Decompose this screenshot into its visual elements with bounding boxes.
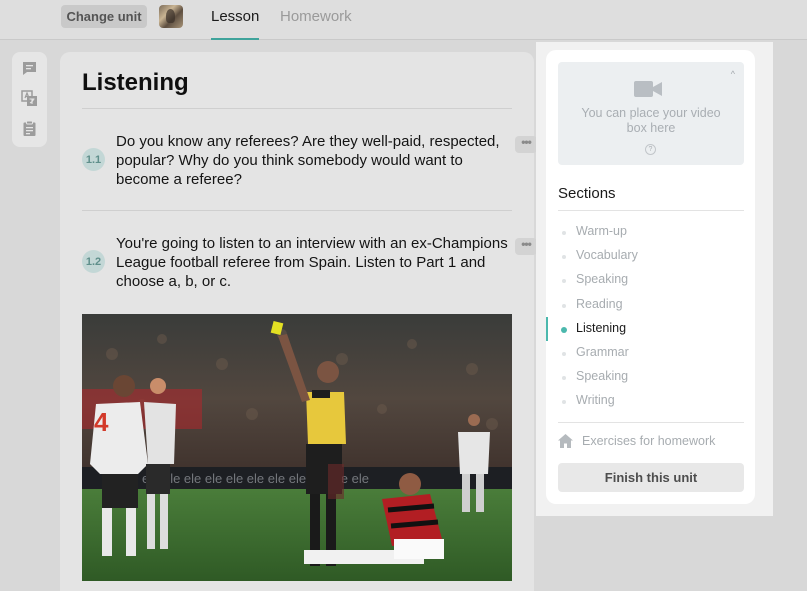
divider	[82, 108, 512, 109]
section-item-label: Speaking	[576, 272, 629, 287]
section-item-label: Grammar	[576, 344, 629, 359]
active-bullet-icon	[561, 326, 567, 333]
bullet-icon	[562, 400, 566, 405]
divider	[558, 422, 744, 423]
homework-link-label: Exercises for homework	[582, 434, 716, 448]
section-item-warm-up[interactable]: Warm-up	[546, 220, 755, 244]
section-item-label: Warm-up	[576, 224, 627, 238]
home-icon	[558, 434, 573, 448]
section-item-grammar[interactable]: Grammar	[546, 341, 755, 365]
video-placeholder-text: You can place your video box here	[581, 106, 721, 135]
sections-heading: Sections	[558, 185, 616, 202]
bullet-icon	[562, 279, 566, 284]
section-item-speaking-2[interactable]: Speaking	[546, 365, 755, 389]
task-number-badge: 1.1	[82, 148, 105, 171]
player-shirt-number: 4	[94, 407, 109, 437]
lesson-content: Listening 1.1 Do you know any referees? …	[60, 52, 537, 591]
side-toolbar	[12, 52, 47, 147]
notes-icon[interactable]	[21, 120, 38, 137]
top-bar: Change unit Lesson Homework	[0, 0, 807, 40]
task-instruction: Do you know any referees? Are they well-…	[116, 133, 500, 188]
task-menu-button[interactable]: •••	[515, 136, 537, 153]
homework-exercises-link[interactable]: Exercises for homework	[558, 433, 715, 449]
section-title: Listening	[82, 69, 189, 96]
section-item-label: Vocabulary	[576, 248, 638, 263]
task-instruction: You're going to listen to an interview w…	[116, 235, 508, 290]
sections-panel: ^ You can place your video box here ? Se…	[546, 50, 755, 504]
bullet-icon	[562, 303, 566, 308]
change-unit-button[interactable]: Change unit	[61, 5, 147, 28]
tab-lesson[interactable]: Lesson	[211, 8, 260, 40]
task-number-badge: 1.2	[82, 250, 105, 273]
section-item-label: Speaking	[576, 369, 629, 384]
divider	[82, 210, 512, 211]
bullet-icon	[562, 231, 566, 235]
comment-icon[interactable]	[21, 60, 38, 77]
section-item-writing[interactable]: Writing	[546, 389, 755, 413]
section-item-label: Writing	[576, 393, 615, 408]
section-item-reading[interactable]: Reading	[546, 293, 755, 317]
bullet-icon	[562, 376, 566, 381]
section-item-label: Reading	[576, 296, 623, 311]
bullet-icon	[562, 255, 566, 260]
collapse-icon[interactable]: ^	[731, 69, 735, 79]
video-camera-icon	[634, 81, 662, 97]
sections-list: Warm-up Vocabulary Speaking Reading List…	[546, 220, 755, 414]
tab-homework[interactable]: Homework	[280, 8, 352, 40]
unit-thumbnail[interactable]	[159, 5, 183, 28]
divider	[558, 210, 744, 211]
video-placeholder-box[interactable]: ^ You can place your video box here ?	[558, 62, 744, 165]
football-referee-photo: ele ele ele ele ele ele ele ele ele ele …	[82, 314, 512, 581]
section-item-label: Listening	[576, 320, 627, 335]
help-icon[interactable]: ?	[645, 144, 656, 155]
translate-icon[interactable]	[21, 90, 38, 107]
task-menu-button[interactable]: •••	[515, 238, 537, 255]
section-item-vocabulary[interactable]: Vocabulary	[546, 244, 755, 268]
finish-unit-button[interactable]: Finish this unit	[558, 463, 744, 492]
section-item-speaking[interactable]: Speaking	[546, 268, 755, 292]
bullet-icon	[562, 351, 566, 356]
section-item-listening[interactable]: Listening	[546, 316, 755, 341]
